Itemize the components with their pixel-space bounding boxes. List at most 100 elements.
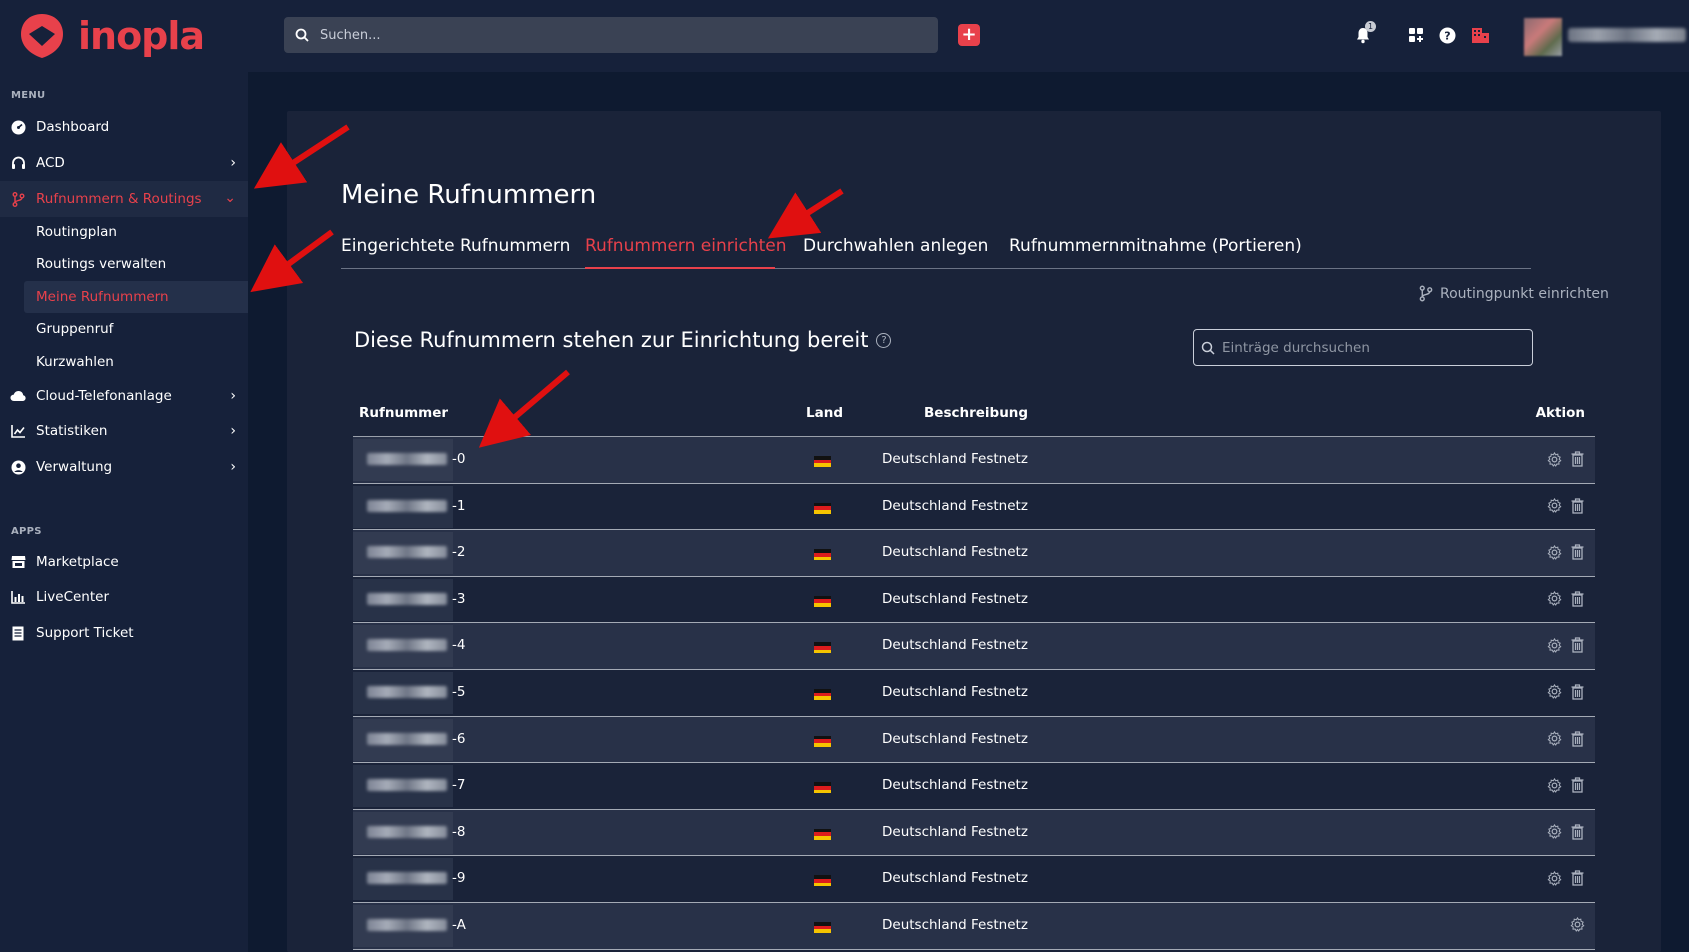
trash-icon[interactable] (1569, 869, 1585, 887)
column-header-beschreibung[interactable]: Beschreibung (924, 405, 1028, 421)
table-row: -9 Deutschland Festnetz (353, 856, 1595, 903)
search-input[interactable] (320, 27, 900, 43)
sidebar-item-cloud-telefonanlage[interactable]: Cloud-Telefonanlage › (0, 379, 248, 413)
flag-de-icon (814, 921, 831, 933)
add-button[interactable]: + (958, 24, 980, 46)
trash-icon[interactable] (1569, 450, 1585, 468)
sidebar-item-statistiken[interactable]: Statistiken › (0, 414, 248, 448)
column-header-rufnummer[interactable]: Rufnummer (359, 405, 448, 421)
user-circle-icon (10, 459, 26, 475)
sidebar-item-livecenter[interactable]: LiveCenter (0, 580, 248, 614)
column-header-land[interactable]: Land (806, 405, 843, 421)
gear-icon[interactable] (1569, 916, 1585, 934)
table-row: -6 Deutschland Festnetz (353, 716, 1595, 764)
redacted-number (353, 485, 453, 528)
redacted-number (353, 718, 453, 761)
notification-badge: 1 (1365, 21, 1376, 32)
tab-rufnummern-einrichten[interactable]: Rufnummern einrichten (585, 236, 787, 256)
gear-icon[interactable] (1546, 497, 1562, 515)
section-title-text: Diese Rufnummern stehen zur Einrichtung … (354, 328, 869, 352)
gear-icon[interactable] (1546, 590, 1562, 608)
number-suffix: -9 (452, 870, 466, 887)
tab-eingerichtete-rufnummern[interactable]: Eingerichtete Rufnummern (341, 236, 570, 256)
gear-icon[interactable] (1546, 636, 1562, 654)
description-cell: Deutschland Festnetz (882, 544, 1028, 561)
dashboard-icon (10, 119, 26, 135)
store-icon (10, 554, 26, 570)
chevron-right-icon: › (230, 423, 236, 439)
trash-icon[interactable] (1569, 776, 1585, 794)
global-search[interactable] (284, 17, 938, 53)
number-suffix: -6 (452, 730, 466, 747)
sidebar-subitem-routingplan[interactable]: Routingplan (24, 216, 248, 248)
redacted-number (353, 578, 453, 621)
tab-durchwahlen-anlegen[interactable]: Durchwahlen anlegen (803, 236, 988, 256)
sidebar-subitem-routings-verwalten[interactable]: Routings verwalten (24, 248, 248, 280)
sidebar-item-label: LiveCenter (36, 589, 110, 605)
user-name[interactable] (1568, 28, 1686, 42)
sidebar-item-support-ticket[interactable]: Support Ticket (0, 616, 248, 650)
flag-de-icon (814, 502, 831, 514)
sidebar-item-marketplace[interactable]: Marketplace (0, 545, 248, 579)
gear-icon[interactable] (1546, 683, 1562, 701)
logo[interactable]: inopla (16, 10, 206, 62)
apps-section-label: APPS (11, 526, 42, 537)
brand-name: inopla (78, 14, 205, 58)
table-row: -1 Deutschland Festnetz (353, 483, 1595, 531)
number-suffix: -4 (452, 637, 466, 654)
question-circle-icon[interactable]: ? (876, 332, 892, 348)
row-actions (1546, 590, 1585, 608)
entries-search[interactable] (1193, 329, 1533, 366)
trash-icon[interactable] (1569, 823, 1585, 841)
trash-icon[interactable] (1569, 590, 1585, 608)
sidebar-subitem-gruppenruf[interactable]: Gruppenruf (24, 313, 248, 345)
description-cell: Deutschland Festnetz (882, 590, 1028, 607)
company-button[interactable] (1469, 24, 1491, 46)
flag-de-icon (814, 595, 831, 607)
search-icon (1194, 341, 1222, 355)
help-button[interactable]: ? (1436, 24, 1458, 46)
bar-chart-icon (10, 589, 26, 605)
number-suffix: -1 (452, 497, 466, 514)
description-cell: Deutschland Festnetz (882, 916, 1028, 933)
row-actions (1546, 543, 1585, 561)
row-actions (1546, 683, 1585, 701)
sidebar-item-verwaltung[interactable]: Verwaltung › (0, 450, 248, 484)
description-cell: Deutschland Festnetz (882, 683, 1028, 700)
trash-icon[interactable] (1569, 636, 1585, 654)
routingpunkt-einrichten-link[interactable]: Routingpunkt einrichten (1418, 285, 1609, 302)
row-actions (1546, 497, 1585, 515)
sidebar-item-label: Marketplace (36, 554, 119, 570)
entries-search-input[interactable] (1222, 339, 1522, 356)
routing-link-label: Routingpunkt einrichten (1440, 285, 1609, 302)
gear-icon[interactable] (1546, 543, 1562, 561)
table-row: -A Deutschland Festnetz (353, 902, 1595, 950)
trash-icon[interactable] (1569, 497, 1585, 515)
number-suffix: -3 (452, 590, 466, 607)
gear-icon[interactable] (1546, 869, 1562, 887)
notifications-button[interactable]: 1 (1352, 21, 1376, 46)
avatar[interactable] (1524, 18, 1562, 56)
help-icon: ? (1439, 27, 1455, 43)
number-suffix: -2 (452, 544, 466, 561)
gear-icon[interactable] (1546, 776, 1562, 794)
gear-icon[interactable] (1546, 450, 1562, 468)
apps-button[interactable] (1405, 24, 1427, 46)
trash-icon[interactable] (1569, 683, 1585, 701)
description-cell: Deutschland Festnetz (882, 823, 1028, 840)
sidebar-subitem-meine-rufnummern[interactable]: Meine Rufnummern (24, 281, 248, 313)
sidebar-item-dashboard[interactable]: Dashboard (0, 110, 248, 144)
sidebar-item-acd[interactable]: ACD › (0, 146, 248, 180)
tab-rufnummernmitnahme[interactable]: Rufnummernmitnahme (Portieren) (1009, 236, 1302, 256)
sidebar-item-rufnummern-routings[interactable]: Rufnummern & Routings ⌄ (0, 181, 248, 217)
gear-icon[interactable] (1546, 730, 1562, 748)
description-cell: Deutschland Festnetz (882, 730, 1028, 747)
trash-icon[interactable] (1569, 730, 1585, 748)
sidebar-subitem-kurzwahlen[interactable]: Kurzwahlen (24, 346, 248, 378)
flag-de-icon (814, 782, 831, 794)
tab-bar: Eingerichtete Rufnummern Rufnummern einr… (341, 232, 1531, 269)
sidebar-item-label: Statistiken (36, 423, 108, 439)
gear-icon[interactable] (1546, 823, 1562, 841)
description-cell: Deutschland Festnetz (882, 870, 1028, 887)
trash-icon[interactable] (1569, 543, 1585, 561)
